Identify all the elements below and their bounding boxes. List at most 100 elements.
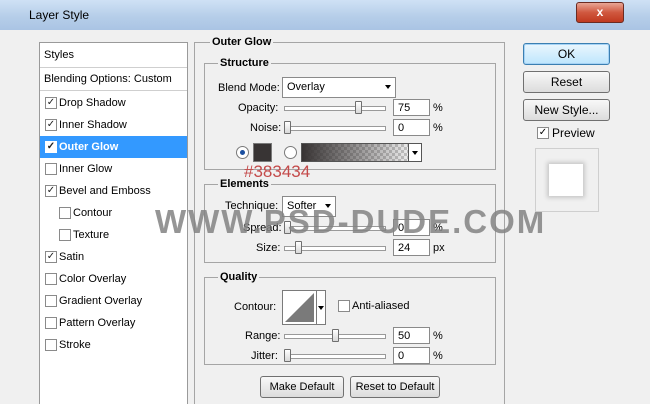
effect-item-label: Outer Glow (59, 141, 119, 153)
effect-checkbox[interactable] (45, 339, 57, 351)
check-icon: ✓ (46, 119, 56, 130)
effect-item-label: Gradient Overlay (59, 295, 143, 307)
noise-slider[interactable] (284, 126, 386, 131)
glow-gradient-picker[interactable] (301, 143, 421, 162)
range-value: 50 (398, 330, 411, 342)
jitter-slider[interactable] (284, 354, 386, 359)
outer-glow-title: Outer Glow (210, 36, 274, 48)
make-default-button[interactable]: Make Default (260, 376, 344, 398)
effect-item-label: Inner Shadow (59, 119, 127, 131)
quality-title: Quality (218, 271, 260, 283)
reset-button[interactable]: Reset (523, 71, 610, 93)
opacity-value: 75 (398, 102, 411, 114)
layer-style-dialog: Layer Style x Styles Blending Options: C… (0, 0, 650, 404)
reset-to-default-button[interactable]: Reset to Default (350, 376, 440, 398)
check-icon: ✓ (538, 127, 548, 138)
effect-item-gradient-overlay[interactable]: Gradient Overlay (40, 290, 187, 312)
range-label: Range: (245, 330, 281, 342)
contour-curve-icon (285, 293, 314, 322)
gradient-dropdown-button[interactable] (408, 143, 422, 162)
blending-options-label: Blending Options: Custom (44, 73, 172, 85)
effect-item-outer-glow[interactable]: ✓ Outer Glow (40, 136, 187, 158)
effect-item-pattern-overlay[interactable]: Pattern Overlay (40, 312, 187, 334)
jitter-label: Jitter: (251, 350, 278, 362)
effect-checkbox[interactable]: ✓ (45, 185, 57, 197)
anti-aliased-checkbox[interactable] (338, 300, 350, 312)
effect-item-label: Texture (73, 229, 110, 241)
effect-item-label: Bevel and Emboss (59, 185, 151, 197)
styles-header[interactable]: Styles (40, 43, 187, 68)
effect-checkbox[interactable] (45, 295, 57, 307)
size-value: 24 (398, 242, 411, 254)
check-icon: ✓ (46, 251, 56, 262)
effect-checkbox[interactable]: ✓ (45, 119, 57, 131)
effect-checkbox[interactable] (59, 229, 71, 241)
effect-item-label: Color Overlay (59, 273, 127, 285)
noise-value: 0 (398, 122, 405, 134)
effect-checkbox[interactable] (45, 317, 57, 329)
solid-color-radio[interactable] (236, 146, 249, 159)
effect-checkbox[interactable]: ✓ (45, 97, 57, 109)
jitter-value: 0 (398, 350, 405, 362)
blending-options-item[interactable]: Blending Options: Custom (40, 68, 187, 91)
effect-item-label: Pattern Overlay (59, 317, 136, 329)
opacity-slider[interactable] (284, 106, 386, 111)
anti-aliased-label: Anti-aliased (352, 300, 410, 312)
opacity-slider-thumb[interactable] (355, 101, 363, 114)
effect-checkbox[interactable]: ✓ (45, 141, 57, 153)
blend-mode-label: Blend Mode: (218, 82, 280, 94)
chevron-down-icon (385, 85, 391, 89)
opacity-unit: % (433, 102, 443, 114)
contour-label: Contour: (234, 301, 277, 313)
style-preview (535, 148, 599, 212)
preview-checkbox[interactable]: ✓ (537, 127, 549, 139)
glow-color-swatch[interactable] (253, 143, 272, 162)
size-slider-thumb[interactable] (295, 241, 302, 254)
range-input[interactable]: 50 (393, 327, 430, 344)
styles-header-label: Styles (44, 49, 74, 61)
check-icon: ✓ (46, 185, 56, 196)
opacity-label: Opacity: (238, 102, 279, 114)
blend-mode-select[interactable]: Overlay (282, 77, 396, 98)
effect-checkbox[interactable]: ✓ (45, 251, 57, 263)
watermark: WWW.PSD-DUDE.COM (155, 203, 547, 240)
range-unit: % (433, 330, 443, 342)
quality-group (204, 277, 496, 365)
opacity-input[interactable]: 75 (393, 99, 430, 116)
dialog-client: Styles Blending Options: Custom ✓ Drop Sh… (8, 30, 642, 404)
close-button[interactable]: x (576, 2, 624, 23)
effect-item-bevel-and-emboss[interactable]: ✓ Bevel and Emboss (40, 180, 187, 202)
elements-title: Elements (218, 178, 271, 190)
effect-item-drop-shadow[interactable]: ✓ Drop Shadow (40, 92, 187, 114)
window-title: Layer Style (29, 8, 90, 22)
structure-title: Structure (218, 57, 271, 69)
new-style-button[interactable]: New Style... (523, 99, 610, 121)
effect-item-color-overlay[interactable]: Color Overlay (40, 268, 187, 290)
effect-item-inner-glow[interactable]: Inner Glow (40, 158, 187, 180)
noise-slider-thumb[interactable] (284, 121, 291, 134)
gradient-radio[interactable] (284, 146, 297, 159)
size-label: Size: (256, 242, 281, 254)
jitter-input[interactable]: 0 (393, 347, 430, 364)
title-bar: Layer Style x (0, 0, 650, 30)
contour-dropdown-button[interactable] (316, 290, 326, 325)
effect-checkbox[interactable] (45, 273, 57, 285)
effect-checkbox[interactable] (45, 163, 57, 175)
jitter-unit: % (433, 350, 443, 362)
range-slider-thumb[interactable] (331, 329, 339, 342)
effect-item-stroke[interactable]: Stroke (40, 334, 187, 356)
contour-preview[interactable] (282, 290, 317, 325)
effect-item-satin[interactable]: ✓ Satin (40, 246, 187, 268)
effect-item-label: Satin (59, 251, 85, 263)
noise-label: Noise: (250, 122, 282, 134)
effect-item-inner-shadow[interactable]: ✓ Inner Shadow (40, 114, 187, 136)
effect-item-label: Drop Shadow (59, 97, 126, 109)
effect-checkbox[interactable] (59, 207, 71, 219)
jitter-slider-thumb[interactable] (284, 349, 291, 362)
ok-button[interactable]: OK (523, 43, 610, 65)
blend-mode-label-text: Blend Mode: (218, 82, 280, 94)
noise-input[interactable]: 0 (393, 119, 430, 136)
size-input[interactable]: 24 (393, 239, 430, 256)
check-icon: ✓ (46, 97, 56, 108)
blend-mode-value: Overlay (287, 81, 325, 93)
